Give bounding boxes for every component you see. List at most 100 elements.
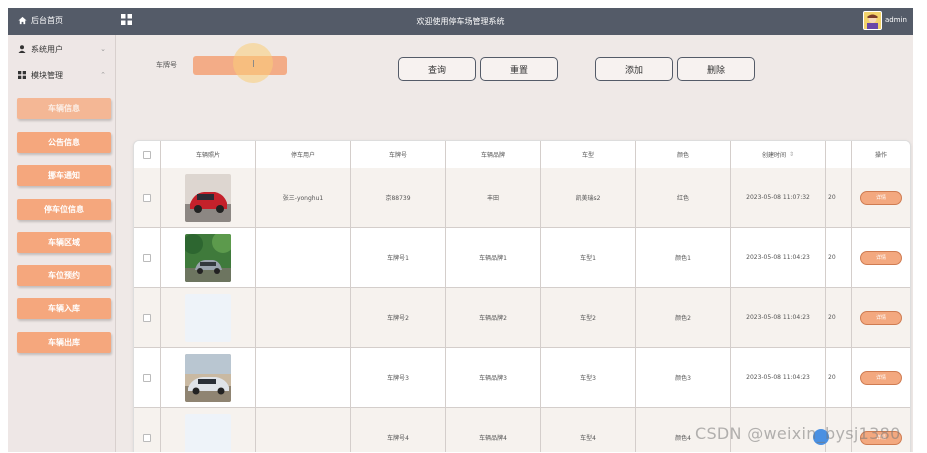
user-cell bbox=[256, 288, 351, 347]
sidebar-item-space-reservation[interactable]: 车位预约 bbox=[17, 265, 111, 286]
row-checkbox[interactable] bbox=[143, 373, 151, 382]
model-cell: 车型4 bbox=[541, 408, 636, 452]
user-cell bbox=[256, 348, 351, 407]
vehicle-photo-blank[interactable] bbox=[185, 413, 231, 452]
sidebar-item-label: 车位预约 bbox=[48, 271, 80, 280]
sidebar-item-vehicle-info[interactable]: 车辆信息 bbox=[17, 98, 111, 119]
sidebar-group-system-users[interactable]: 系统用户 ⌄ bbox=[18, 41, 110, 57]
sidebar-item-announcements[interactable]: 公告信息 bbox=[17, 132, 111, 153]
color-cell: 颜色2 bbox=[636, 288, 731, 347]
chevron-down-icon: ⌄ bbox=[100, 45, 106, 53]
plate-cell: 车牌号4 bbox=[351, 408, 446, 452]
sidebar-item-vehicle-area[interactable]: 车辆区域 bbox=[17, 232, 111, 253]
delete-button[interactable]: 删除 bbox=[677, 57, 755, 81]
vehicle-photo-blank[interactable] bbox=[185, 293, 231, 342]
table-header-row: 车辆照片 停车用户 车牌号 车辆品牌 车型 颜色 创建时间 ⇕ 操作 bbox=[134, 141, 910, 169]
created-cell: 2023-05-08 11:04:23 bbox=[731, 288, 826, 347]
user-icon bbox=[18, 45, 26, 53]
header-cell: 车辆品牌 bbox=[446, 141, 541, 168]
text-cursor-icon: I bbox=[252, 59, 255, 70]
user-cell bbox=[256, 408, 351, 452]
header-label: 创建时间 bbox=[761, 152, 786, 159]
sort-icon[interactable]: ⇕ bbox=[789, 151, 794, 158]
avatar[interactable] bbox=[863, 11, 882, 30]
model-cell: 车型1 bbox=[541, 228, 636, 287]
reset-button[interactable]: 重置 bbox=[480, 57, 558, 81]
detail-button[interactable]: 详情 bbox=[860, 310, 902, 325]
sidebar-item-label: 车辆区域 bbox=[48, 238, 80, 247]
brand-cell: 丰田 bbox=[446, 168, 541, 227]
add-button[interactable]: 添加 bbox=[595, 57, 673, 81]
row-checkbox[interactable] bbox=[143, 433, 151, 442]
color-cell: 颜色1 bbox=[636, 228, 731, 287]
chevron-up-icon: ⌃ bbox=[100, 71, 106, 79]
photo-cell bbox=[161, 348, 256, 407]
sidebar-item-label: 公告信息 bbox=[48, 138, 80, 147]
table-row: 车牌号1 车辆品牌1 车型1 颜色1 2023-05-08 11:04:23 2… bbox=[134, 228, 910, 288]
table-row: 车牌号3 车辆品牌3 车型3 颜色3 2023-05-08 11:04:23 2… bbox=[134, 348, 910, 408]
vehicle-photo[interactable] bbox=[185, 353, 231, 402]
created-cell: 2023-05-08 11:04:23 bbox=[731, 348, 826, 407]
sidebar-group-label: 系统用户 bbox=[31, 44, 63, 54]
sidebar-item-label: 车辆出库 bbox=[48, 338, 80, 347]
header-cell: 车辆照片 bbox=[161, 141, 256, 168]
avatar-icon bbox=[864, 12, 881, 29]
username[interactable]: admin bbox=[885, 16, 907, 24]
row-checkbox[interactable] bbox=[143, 253, 151, 262]
truncated-cell: 20 bbox=[826, 348, 852, 407]
plate-cell: 车牌号2 bbox=[351, 288, 446, 347]
truncated-cell: 20 bbox=[826, 288, 852, 347]
header-cell bbox=[826, 141, 852, 168]
photo-cell bbox=[161, 168, 256, 227]
detail-button[interactable]: 详情 bbox=[860, 250, 902, 265]
brand-cell: 车辆品牌1 bbox=[446, 228, 541, 287]
plate-cell: 车牌号3 bbox=[351, 348, 446, 407]
detail-button[interactable]: 详情 bbox=[860, 190, 902, 205]
select-all-checkbox[interactable] bbox=[143, 150, 151, 159]
header-cell: 车牌号 bbox=[351, 141, 446, 168]
sidebar-item-label: 挪车通知 bbox=[48, 171, 80, 180]
table-row: 车牌号2 车辆品牌2 车型2 颜色2 2023-05-08 11:04:23 2… bbox=[134, 288, 910, 348]
plate-cell: 京88739 bbox=[351, 168, 446, 227]
photo-cell bbox=[161, 408, 256, 452]
user-cell bbox=[256, 228, 351, 287]
vehicle-photo[interactable] bbox=[185, 173, 231, 222]
query-button[interactable]: 查询 bbox=[398, 57, 476, 81]
sidebar-item-label: 车辆入库 bbox=[48, 304, 80, 313]
top-bar: 后台首页 欢迎使用停车场管理系统 admin bbox=[8, 8, 913, 35]
created-cell: 2023-05-08 11:07:32 bbox=[731, 168, 826, 227]
sidebar-item-parking-space-info[interactable]: 停车位信息 bbox=[17, 199, 111, 220]
sidebar-item-move-car-notice[interactable]: 挪车通知 bbox=[17, 165, 111, 186]
detail-button[interactable]: 详情 bbox=[860, 370, 902, 385]
plate-cell: 车牌号1 bbox=[351, 228, 446, 287]
row-checkbox[interactable] bbox=[143, 193, 151, 202]
header-cell: 停车用户 bbox=[256, 141, 351, 168]
sidebar-item-vehicle-entry[interactable]: 车辆入库 bbox=[17, 298, 111, 319]
sidebar-item-label: 车辆信息 bbox=[48, 104, 80, 113]
row-checkbox[interactable] bbox=[143, 313, 151, 322]
vehicle-table: 车辆照片 停车用户 车牌号 车辆品牌 车型 颜色 创建时间 ⇕ 操作 张三-yo… bbox=[133, 140, 911, 452]
model-cell: 凯美瑞s2 bbox=[541, 168, 636, 227]
user-cell: 张三-yonghu1 bbox=[256, 168, 351, 227]
watermark: CSDN @weixin_bysj1380 bbox=[695, 424, 901, 443]
model-cell: 车型3 bbox=[541, 348, 636, 407]
photo-cell bbox=[161, 228, 256, 287]
brand-cell: 车辆品牌3 bbox=[446, 348, 541, 407]
plate-search-input[interactable] bbox=[193, 56, 287, 75]
sidebar-item-vehicle-exit[interactable]: 车辆出库 bbox=[17, 332, 111, 353]
site-title: 欢迎使用停车场管理系统 bbox=[416, 17, 505, 26]
header-cell: 操作 bbox=[874, 152, 887, 159]
table-row: 张三-yonghu1 京88739 丰田 凯美瑞s2 红色 2023-05-08… bbox=[134, 168, 910, 228]
truncated-cell: 20 bbox=[826, 228, 852, 287]
sidebar-group-module-management[interactable]: 模块管理 ⌃ bbox=[18, 67, 110, 83]
header-cell: 车型 bbox=[541, 141, 636, 168]
model-cell: 车型2 bbox=[541, 288, 636, 347]
select-all-cell bbox=[134, 141, 161, 168]
brand-cell: 车辆品牌4 bbox=[446, 408, 541, 452]
vehicle-photo[interactable] bbox=[185, 233, 231, 282]
sidebar: 系统用户 ⌄ 模块管理 ⌃ 车辆信息 公告信息 挪车通知 停车位信息 车辆区域 … bbox=[8, 35, 116, 452]
header-cell-created[interactable]: 创建时间 ⇕ bbox=[731, 141, 826, 168]
brand-cell: 车辆品牌2 bbox=[446, 288, 541, 347]
color-cell: 红色 bbox=[636, 168, 731, 227]
search-label: 车牌号 bbox=[156, 61, 177, 69]
